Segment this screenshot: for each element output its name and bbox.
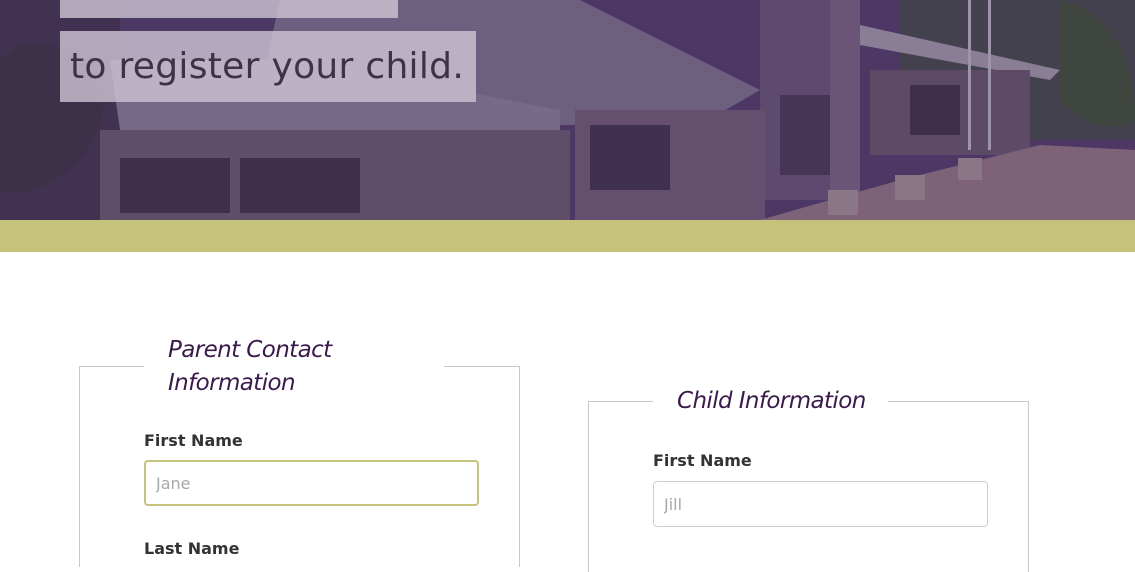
- parent-last-name-label: Last Name: [144, 539, 240, 558]
- parent-contact-fieldset: Parent Contact Information First Name La…: [79, 334, 520, 567]
- child-first-name-label: First Name: [653, 451, 752, 470]
- child-first-name-input[interactable]: [653, 481, 988, 527]
- headline-line-2: to register your child.: [60, 31, 477, 102]
- accent-divider-band: [0, 220, 1135, 252]
- parent-contact-legend: Parent Contact Information: [144, 334, 444, 400]
- child-information-legend: Child Information: [653, 385, 888, 418]
- headline-line-1-box: [60, 0, 398, 18]
- hero-banner: to register your child.: [0, 0, 1135, 220]
- child-information-fieldset: Child Information First Name: [588, 385, 1029, 572]
- parent-first-name-input[interactable]: [144, 460, 479, 506]
- parent-first-name-label: First Name: [144, 431, 243, 450]
